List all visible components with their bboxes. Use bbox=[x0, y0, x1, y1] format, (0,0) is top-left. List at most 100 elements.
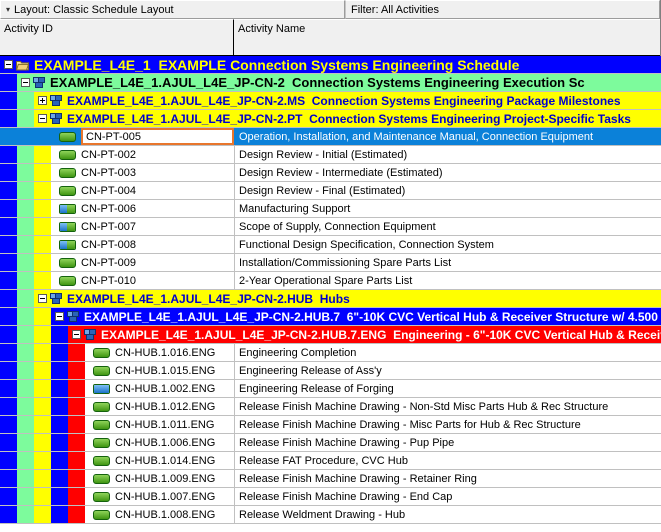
expander-minus-icon[interactable] bbox=[38, 114, 47, 123]
cell-wbs-label[interactable]: EXAMPLE_L4E_1.AJUL_L4E_JP-CN-2 Connectio… bbox=[0, 74, 661, 91]
toolbar: ▾ Layout: Classic Schedule Layout Filter… bbox=[0, 0, 660, 19]
milestone-bar-icon bbox=[93, 383, 110, 394]
cell-activity-id[interactable]: CN-PT-010 bbox=[0, 272, 234, 289]
table-row[interactable]: CN-PT-002 Design Review - Initial (Estima… bbox=[0, 146, 661, 164]
wbs-row[interactable]: EXAMPLE_L4E_1.AJUL_L4E_JP-CN-2.MS Connec… bbox=[0, 92, 661, 110]
expander-minus-icon[interactable] bbox=[72, 330, 81, 339]
cell-activity-name[interactable]: Functional Design Specification, Connect… bbox=[234, 236, 661, 253]
expander-plus-icon[interactable] bbox=[38, 96, 47, 105]
cell-activity-id[interactable]: CN-HUB.1.002.ENG bbox=[0, 380, 234, 397]
layout-selector[interactable]: ▾ Layout: Classic Schedule Layout bbox=[0, 0, 345, 19]
cell-activity-id[interactable]: CN-HUB.1.015.ENG bbox=[0, 362, 234, 379]
column-header-activity-name[interactable]: Activity Name bbox=[234, 19, 660, 55]
table-row[interactable]: CN-HUB.1.015.ENG Engineering Release of A… bbox=[0, 362, 661, 380]
table-row[interactable]: CN-PT-006 Manufacturing Support bbox=[0, 200, 661, 218]
table-row[interactable]: CN-PT-004 Design Review - Final (Estimate… bbox=[0, 182, 661, 200]
activity-grid[interactable]: EXAMPLE_L4E_1 EXAMPLE Connection Systems… bbox=[0, 56, 661, 532]
cell-activity-id[interactable]: CN-PT-008 bbox=[0, 236, 234, 253]
cell-activity-name[interactable]: Release Finish Machine Drawing - End Cap bbox=[234, 488, 661, 505]
cell-activity-id[interactable]: CN-PT-009 bbox=[0, 254, 234, 271]
table-row[interactable]: CN-PT-007 Scope of Supply, Connection Equ… bbox=[0, 218, 661, 236]
cell-activity-name[interactable]: Release Finish Machine Drawing - Misc Pa… bbox=[234, 416, 661, 433]
wbs-row[interactable]: EXAMPLE_L4E_1.AJUL_L4E_JP-CN-2.HUB.7 6"-… bbox=[0, 308, 661, 326]
wbs-row[interactable]: EXAMPLE_L4E_1 EXAMPLE Connection Systems… bbox=[0, 56, 661, 74]
wbs-row[interactable]: EXAMPLE_L4E_1.AJUL_L4E_JP-CN-2 Connectio… bbox=[0, 74, 661, 92]
cell-activity-name[interactable]: Engineering Completion bbox=[234, 344, 661, 361]
filter-selector[interactable]: Filter: All Activities bbox=[345, 0, 660, 19]
table-row[interactable]: CN-PT-008 Functional Design Specification… bbox=[0, 236, 661, 254]
table-row[interactable]: CN-HUB.1.011.ENG Release Finish Machine D… bbox=[0, 416, 661, 434]
table-row[interactable]: CN-PT-010 2-Year Operational Spare Parts … bbox=[0, 272, 661, 290]
expander-minus-icon[interactable] bbox=[4, 60, 13, 69]
table-row[interactable]: CN-HUB.1.014.ENG Release FAT Procedure, C… bbox=[0, 452, 661, 470]
cell-activity-name[interactable]: Engineering Release of Forging bbox=[234, 380, 661, 397]
cell-activity-id[interactable]: CN-HUB.1.009.ENG bbox=[0, 470, 234, 487]
table-row[interactable]: CN-PT-009 Installation/Commissioning Spar… bbox=[0, 254, 661, 272]
cell-activity-id[interactable]: CN-PT-004 bbox=[0, 182, 234, 199]
cell-activity-name[interactable]: Release Finish Machine Drawing - Retaine… bbox=[234, 470, 661, 487]
wbs-row[interactable]: EXAMPLE_L4E_1.AJUL_L4E_JP-CN-2.HUB.7.ENG… bbox=[0, 326, 661, 344]
cell-activity-id[interactable]: CN-PT-003 bbox=[0, 164, 234, 181]
activity-id-text: CN-HUB.1.015.ENG bbox=[115, 364, 216, 377]
cell-wbs-label[interactable]: EXAMPLE_L4E_1.AJUL_L4E_JP-CN-2.HUB.7 6"-… bbox=[0, 308, 661, 325]
task-bar-icon bbox=[93, 491, 110, 502]
cell-activity-name[interactable]: Release Finish Machine Drawing - Non-Std… bbox=[234, 398, 661, 415]
activity-name-text: Manufacturing Support bbox=[239, 202, 351, 215]
cell-activity-name[interactable]: Operation, Installation, and Maintenance… bbox=[234, 128, 661, 145]
cell-wbs-label[interactable]: EXAMPLE_L4E_1.AJUL_L4E_JP-CN-2.HUB.7.ENG… bbox=[0, 326, 661, 343]
cell-activity-name[interactable]: Design Review - Initial (Estimated) bbox=[234, 146, 661, 163]
activity-id-text: CN-HUB.1.011.ENG bbox=[115, 418, 215, 431]
cell-activity-id[interactable]: CN-HUB.1.008.ENG bbox=[0, 506, 234, 523]
table-row[interactable]: CN-HUB.1.016.ENG Engineering Completion bbox=[0, 344, 661, 362]
activity-id-edit-box[interactable]: CN-PT-005 bbox=[81, 128, 234, 145]
table-row[interactable]: CN-HUB.1.009.ENG Release Finish Machine D… bbox=[0, 470, 661, 488]
activity-id-text: CN-PT-009 bbox=[81, 256, 137, 269]
cell-wbs-label[interactable]: EXAMPLE_L4E_1.AJUL_L4E_JP-CN-2.MS Connec… bbox=[0, 92, 661, 109]
cell-activity-id[interactable]: CN-HUB.1.012.ENG bbox=[0, 398, 234, 415]
wbs-row[interactable]: EXAMPLE_L4E_1.AJUL_L4E_JP-CN-2.PT Connec… bbox=[0, 110, 661, 128]
table-row[interactable]: CN-HUB.1.002.ENG Engineering Release of F… bbox=[0, 380, 661, 398]
cell-activity-name[interactable]: Manufacturing Support bbox=[234, 200, 661, 217]
cell-activity-name[interactable]: Design Review - Final (Estimated) bbox=[234, 182, 661, 199]
activity-id-text: CN-PT-003 bbox=[81, 166, 137, 179]
activity-id-text: CN-HUB.1.002.ENG bbox=[115, 382, 216, 395]
cell-activity-id[interactable]: CN-PT-006 bbox=[0, 200, 234, 217]
cell-activity-name[interactable]: Design Review - Intermediate (Estimated) bbox=[234, 164, 661, 181]
cell-activity-id[interactable]: CN-HUB.1.016.ENG bbox=[0, 344, 234, 361]
table-row[interactable]: CN-HUB.1.008.ENG Release Weldment Drawing… bbox=[0, 506, 661, 524]
cell-activity-id[interactable]: CN-HUB.1.006.ENG bbox=[0, 434, 234, 451]
cell-activity-name[interactable]: 2-Year Operational Spare Parts List bbox=[234, 272, 661, 289]
wbs-icon bbox=[33, 77, 45, 88]
wbs-name-text: Connection Systems Engineering Execution… bbox=[292, 74, 585, 90]
loe-bar-icon bbox=[59, 221, 76, 232]
table-row[interactable]: CN-HUB.1.012.ENG Release Finish Machine D… bbox=[0, 398, 661, 416]
expander-minus-icon[interactable] bbox=[21, 78, 30, 87]
expander-minus-icon[interactable] bbox=[38, 294, 47, 303]
cell-activity-name[interactable]: Installation/Commissioning Spare Parts L… bbox=[234, 254, 661, 271]
table-row[interactable]: CN-HUB.1.007.ENG Release Finish Machine D… bbox=[0, 488, 661, 506]
cell-wbs-label[interactable]: EXAMPLE_L4E_1.AJUL_L4E_JP-CN-2.HUB Hubs bbox=[0, 290, 661, 307]
activity-name-text: Release Finish Machine Drawing - Non-Std… bbox=[239, 400, 609, 413]
task-bar-icon bbox=[93, 437, 110, 448]
cell-activity-id[interactable]: CN-PT-002 bbox=[0, 146, 234, 163]
activity-id-text: CN-PT-008 bbox=[81, 238, 137, 251]
cell-wbs-label[interactable]: EXAMPLE_L4E_1 EXAMPLE Connection Systems… bbox=[0, 56, 661, 73]
table-row[interactable]: CN-PT-005 Operation, Installation, and Ma… bbox=[0, 128, 661, 146]
table-row[interactable]: CN-PT-003 Design Review - Intermediate (E… bbox=[0, 164, 661, 182]
cell-activity-id[interactable]: CN-HUB.1.014.ENG bbox=[0, 452, 234, 469]
cell-activity-id[interactable]: CN-HUB.1.007.ENG bbox=[0, 488, 234, 505]
task-bar-icon bbox=[59, 185, 76, 196]
column-header-activity-id[interactable]: Activity ID bbox=[0, 19, 234, 55]
cell-activity-name[interactable]: Release FAT Procedure, CVC Hub bbox=[234, 452, 661, 469]
wbs-row[interactable]: EXAMPLE_L4E_1.AJUL_L4E_JP-CN-2.HUB Hubs bbox=[0, 290, 661, 308]
cell-activity-id[interactable]: CN-PT-007 bbox=[0, 218, 234, 235]
cell-wbs-label[interactable]: EXAMPLE_L4E_1.AJUL_L4E_JP-CN-2.PT Connec… bbox=[0, 110, 661, 127]
expander-minus-icon[interactable] bbox=[55, 312, 64, 321]
cell-activity-name[interactable]: Engineering Release of Ass'y bbox=[234, 362, 661, 379]
table-row[interactable]: CN-HUB.1.006.ENG Release Finish Machine D… bbox=[0, 434, 661, 452]
cell-activity-name[interactable]: Scope of Supply, Connection Equipment bbox=[234, 218, 661, 235]
cell-activity-name[interactable]: Release Finish Machine Drawing - Pup Pip… bbox=[234, 434, 661, 451]
cell-activity-name[interactable]: Release Weldment Drawing - Hub bbox=[234, 506, 661, 523]
cell-activity-id[interactable]: CN-PT-005 bbox=[0, 128, 234, 145]
cell-activity-id[interactable]: CN-HUB.1.011.ENG bbox=[0, 416, 234, 433]
